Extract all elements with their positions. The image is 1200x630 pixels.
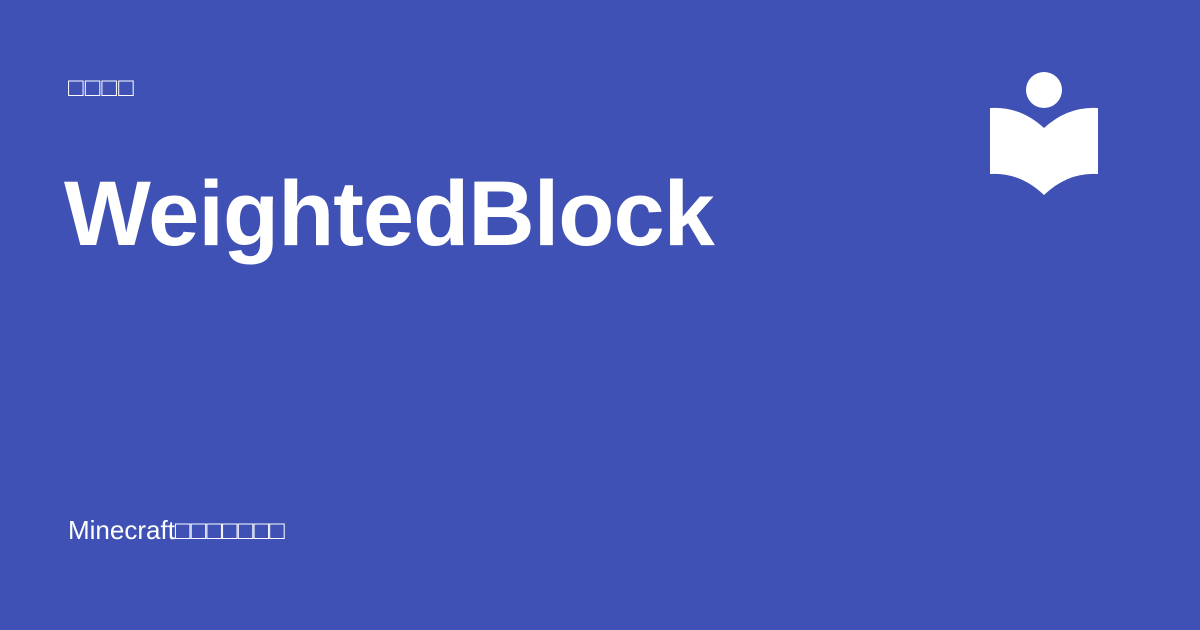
- og-card: □□□□ WeightedBlock Minecraft□□□□□□□: [0, 0, 1200, 630]
- site-footer-text: Minecraft□□□□□□□: [68, 515, 285, 545]
- page-title: WeightedBlock: [64, 163, 715, 265]
- reader-head-icon: [1026, 72, 1062, 108]
- site-label: □□□□: [68, 72, 135, 102]
- reader-book-icon: [990, 72, 1098, 195]
- open-book-icon: [990, 107, 1098, 195]
